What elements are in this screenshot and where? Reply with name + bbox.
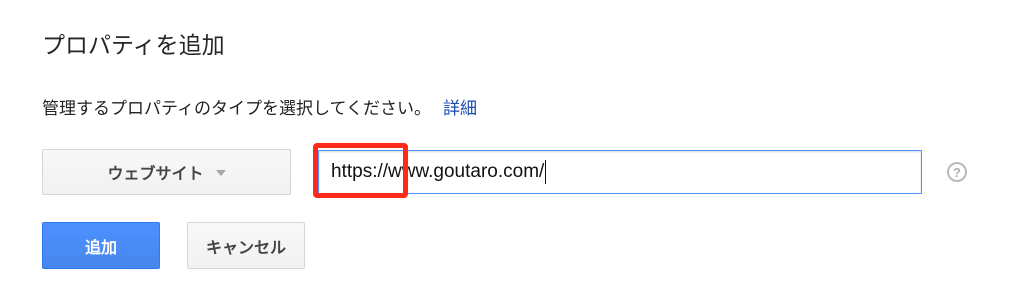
add-button[interactable]: 追加 — [42, 222, 160, 269]
chevron-down-icon — [215, 170, 226, 176]
property-type-label: ウェブサイト — [107, 164, 204, 183]
instruction-label: 管理するプロパティのタイプを選択してください。 — [42, 99, 431, 119]
add-button-label: 追加 — [84, 237, 117, 257]
property-url-input[interactable]: https://www.goutaro.com/ — [318, 150, 922, 194]
url-input-value: https://www.goutaro.com/ — [331, 161, 545, 182]
details-link[interactable]: 詳細 — [443, 99, 477, 119]
help-icon[interactable]: ? — [947, 162, 967, 182]
cancel-button[interactable]: キャンセル — [187, 222, 305, 269]
instruction-text: 管理するプロパティのタイプを選択してください。 詳細 — [42, 96, 477, 122]
property-type-dropdown[interactable]: ウェブサイト — [42, 149, 291, 195]
cancel-button-label: キャンセル — [205, 237, 286, 257]
help-symbol: ? — [953, 164, 961, 180]
text-cursor — [545, 160, 547, 184]
dialog-title: プロパティを追加 — [42, 33, 225, 59]
